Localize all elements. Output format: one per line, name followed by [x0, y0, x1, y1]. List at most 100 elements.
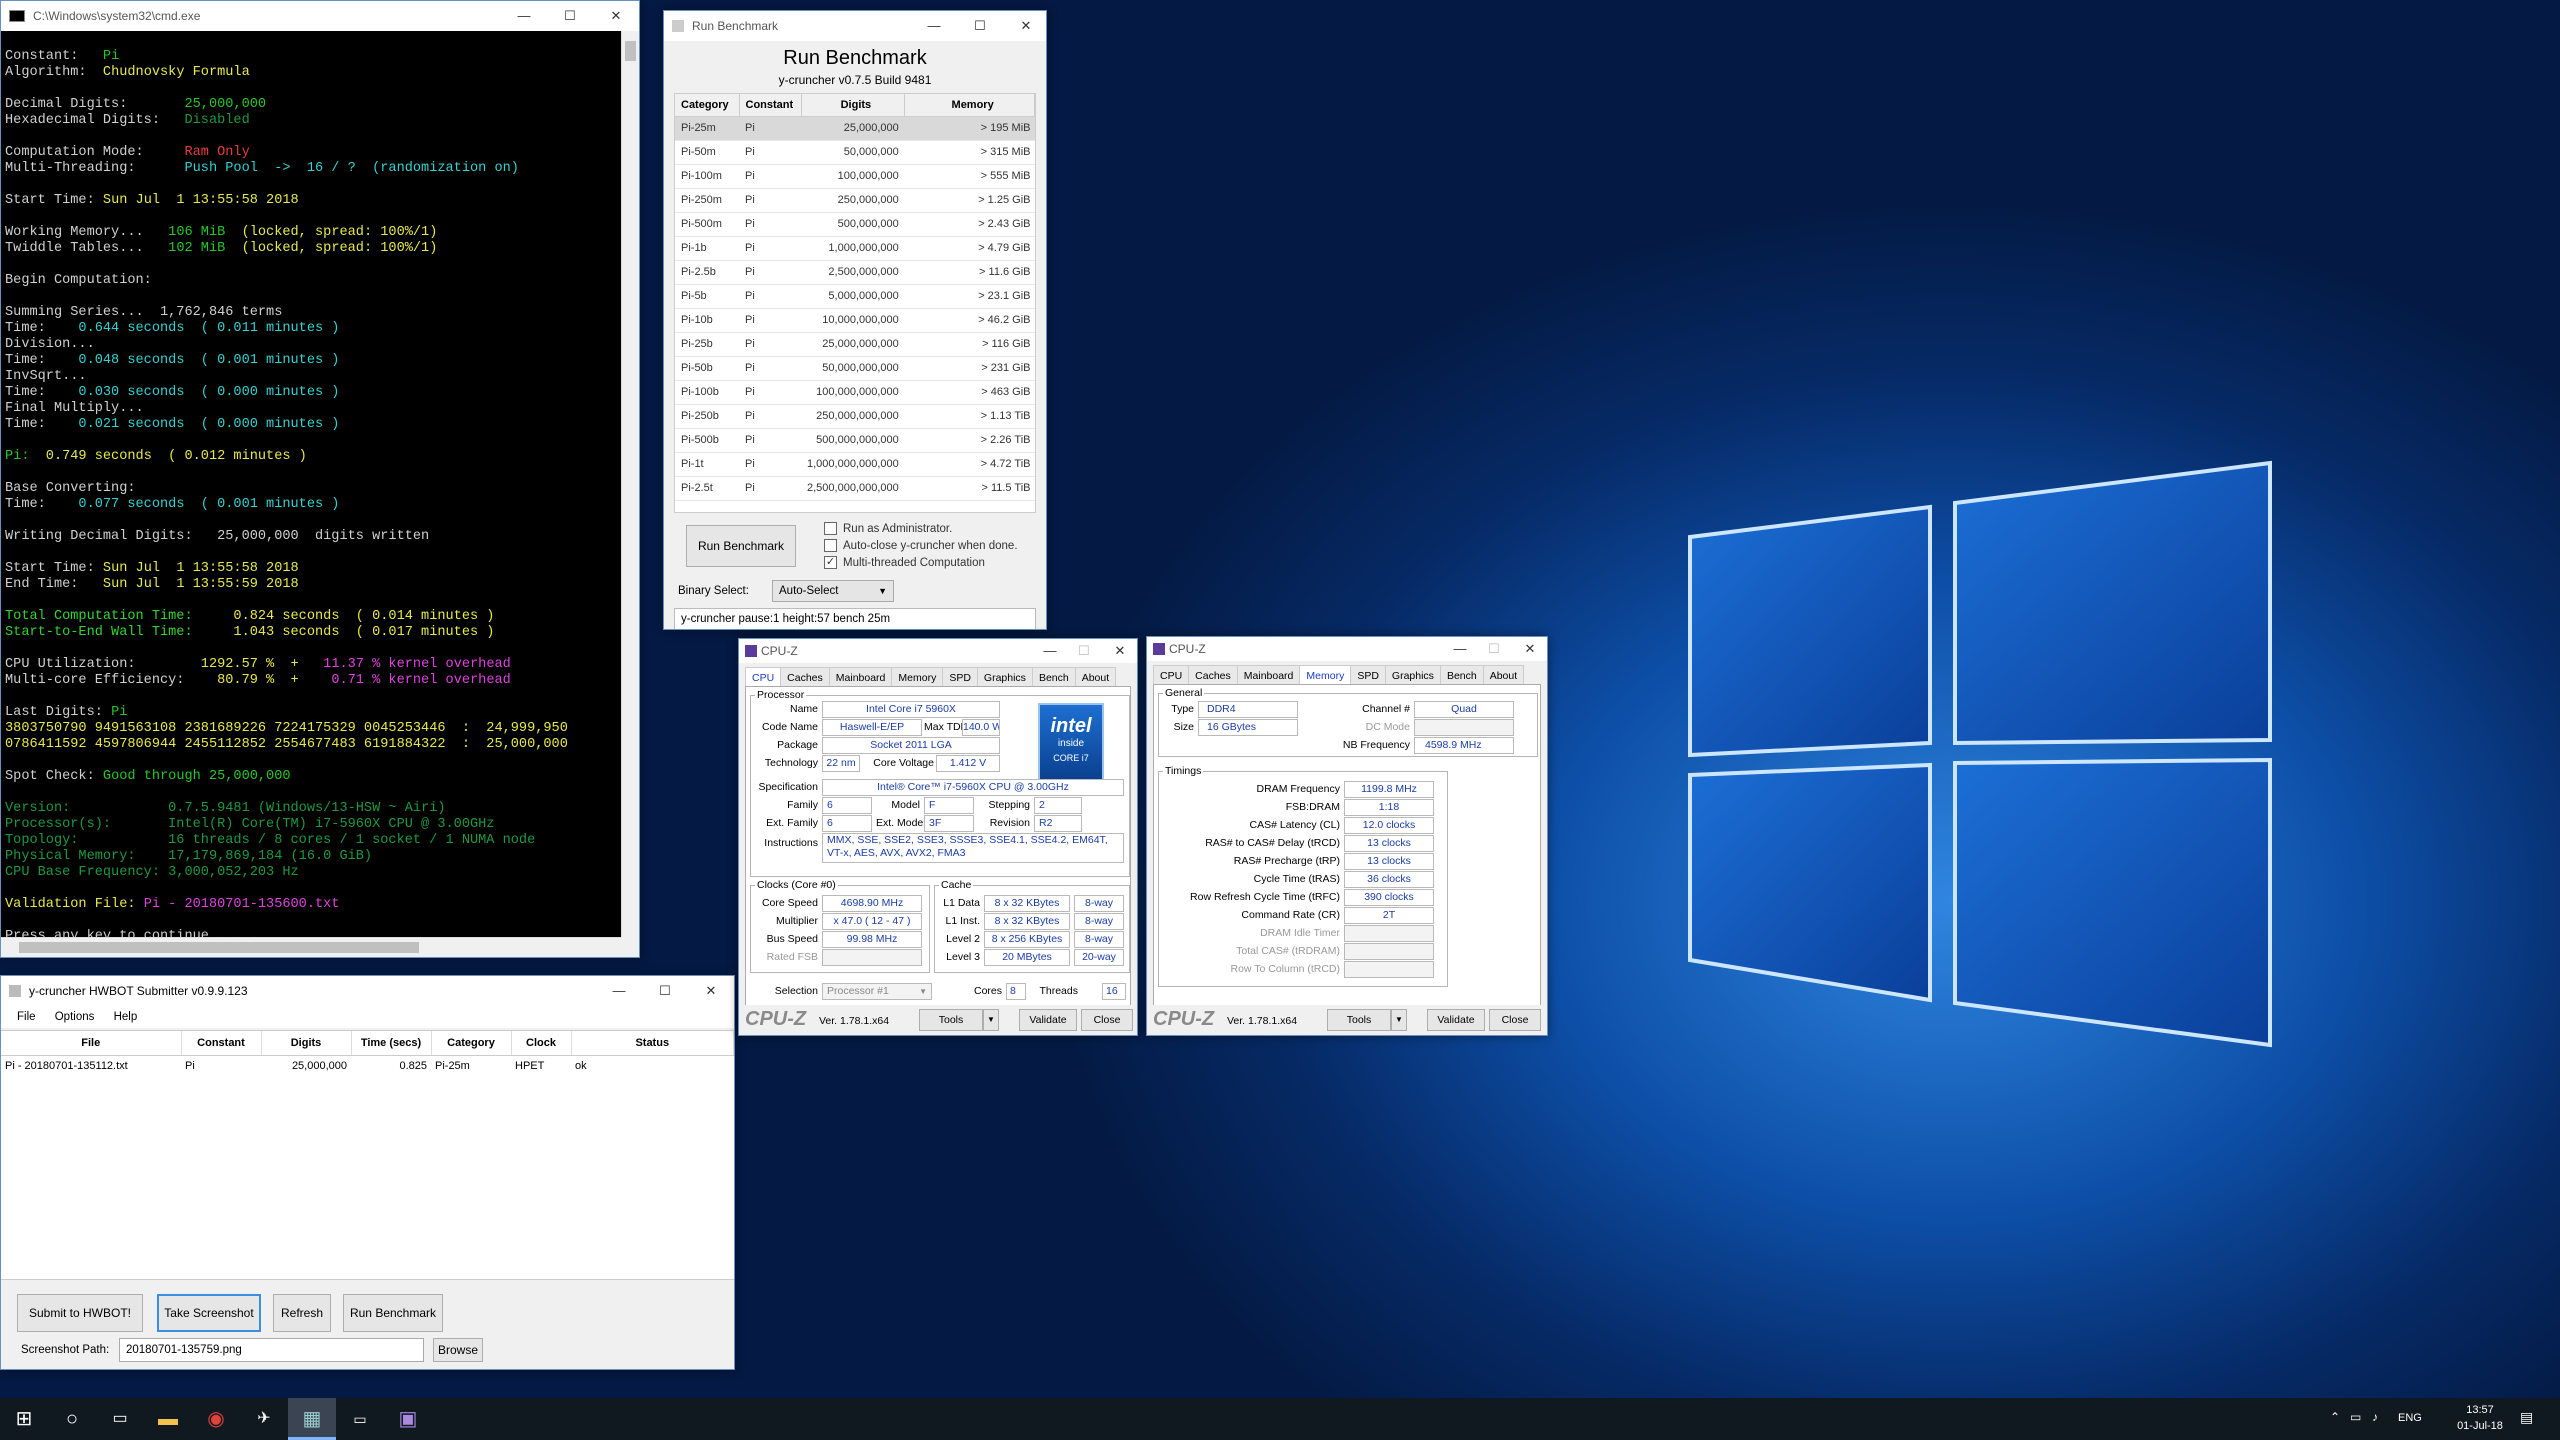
benchmark-row[interactable]: Pi-100b Pi 100,000,000,000 > 463 GiB — [675, 380, 1035, 405]
tab-mainboard[interactable]: Mainboard — [1236, 665, 1301, 684]
tab-bench[interactable]: Bench — [1031, 667, 1076, 686]
close-icon[interactable]: ✕ — [688, 976, 734, 1006]
command-line-field[interactable]: y-cruncher pause:1 height:57 bench 25m — [674, 608, 1036, 629]
benchmark-row[interactable]: Pi-2.5b Pi 2,500,000,000 > 11.6 GiB — [675, 260, 1035, 285]
submit-to-hwbot-button[interactable]: Submit to HWBOT! — [17, 1294, 143, 1332]
menu-help[interactable]: Help — [114, 1011, 138, 1023]
tab-caches[interactable]: Caches — [780, 667, 830, 686]
clock-time[interactable]: 13:57 — [2450, 1404, 2510, 1416]
tab-about[interactable]: About — [1482, 665, 1525, 684]
minimize-icon[interactable]: — — [596, 976, 642, 1006]
cortana-search-icon[interactable]: ○ — [48, 1398, 96, 1440]
horizontal-scrollbar[interactable] — [1, 937, 621, 957]
run-benchmark-button[interactable]: Run Benchmark — [686, 525, 796, 567]
benchmark-row[interactable]: Pi-100m Pi 100,000,000 > 555 MiB — [675, 164, 1035, 189]
cpuz-cpu-window[interactable]: CPU-Z — ☐ ✕ CPU Caches Mainboard Memory SPD G… — [738, 638, 1138, 1036]
take-screenshot-button[interactable]: Take Screenshot — [157, 1294, 261, 1332]
benchmark-row[interactable]: Pi-5b Pi 5,000,000,000 > 23.1 GiB — [675, 284, 1035, 309]
close-icon[interactable]: ✕ — [1513, 637, 1547, 661]
menu-file[interactable]: File — [17, 1011, 36, 1023]
network-icon[interactable]: ▭ — [2350, 1410, 2361, 1424]
refresh-button[interactable]: Refresh — [273, 1294, 331, 1332]
tab-graphics[interactable]: Graphics — [1384, 665, 1441, 684]
tab-bench[interactable]: Bench — [1439, 665, 1484, 684]
selection-dropdown[interactable]: Processor #1 ▼ — [822, 983, 932, 1000]
notification-icon[interactable]: ▤ — [2520, 1409, 2533, 1426]
cmd-titlebar[interactable]: C:\Windows\system32\cmd.exe — ☐ ✕ — [1, 1, 639, 31]
checkbox-checked[interactable]: ✓ — [824, 556, 837, 570]
validate-button[interactable]: Validate — [1427, 1009, 1485, 1031]
tab-about[interactable]: About — [1074, 667, 1117, 686]
minimize-icon[interactable]: — — [1033, 639, 1067, 663]
benchmark-row[interactable]: Pi-1b Pi 1,000,000,000 > 4.79 GiB — [675, 236, 1035, 261]
hwbot-submitter-window[interactable]: y-cruncher HWBOT Submitter v0.9.9.123 — … — [0, 975, 735, 1370]
multithreaded-option[interactable]: ✓ Multi-threaded Computation — [824, 555, 1018, 572]
close-icon[interactable]: ✕ — [1103, 639, 1137, 663]
benchmark-row[interactable]: Pi-50b Pi 50,000,000,000 > 231 GiB — [675, 356, 1035, 381]
input-language[interactable]: ENG — [2398, 1412, 2422, 1424]
run-as-admin-option[interactable]: Run as Administrator. — [824, 521, 1018, 538]
close-button[interactable]: Close — [1489, 1009, 1541, 1031]
benchmark-row[interactable]: Pi-50m Pi 50,000,000 > 315 MiB — [675, 140, 1035, 165]
column-header[interactable]: File — [1, 1031, 182, 1056]
tools-dropdown-icon[interactable]: ▼ — [1391, 1009, 1407, 1031]
column-header[interactable]: Category — [431, 1031, 512, 1056]
cmd-taskbar-icon[interactable]: ▭ — [336, 1398, 384, 1440]
column-header[interactable]: Category — [675, 94, 740, 117]
result-row[interactable]: Pi - 20180701-135112.txt Pi 25,000,000 0.82… — [1, 1055, 734, 1077]
benchmark-row[interactable]: Pi-25m Pi 25,000,000 > 195 MiB — [675, 116, 1035, 141]
results-table[interactable]: File Constant Digits Time (secs) Category Clo… — [1, 1030, 734, 1280]
column-header[interactable]: Memory — [904, 94, 1035, 117]
task-view-icon[interactable]: ▭ — [96, 1398, 144, 1440]
tray-chevron-icon[interactable]: ⌃ — [2330, 1410, 2340, 1424]
tab-mainboard[interactable]: Mainboard — [828, 667, 893, 686]
column-header[interactable]: Constant — [181, 1031, 262, 1056]
y-cruncher-icon[interactable]: ▦ — [288, 1398, 336, 1440]
benchmark-row[interactable]: Pi-250b Pi 250,000,000,000 > 1.13 TiB — [675, 404, 1035, 429]
tools-button[interactable]: Tools — [1327, 1009, 1391, 1031]
column-header[interactable]: Status — [571, 1031, 734, 1056]
validate-button[interactable]: Validate — [1019, 1009, 1077, 1031]
run-benchmark-button[interactable]: Run Benchmark — [343, 1294, 443, 1332]
column-header[interactable]: Digits — [261, 1031, 352, 1056]
minimize-icon[interactable]: — — [1443, 637, 1477, 661]
tab-caches[interactable]: Caches — [1188, 665, 1238, 684]
benchmark-row[interactable]: Pi-10b Pi 10,000,000,000 > 46.2 GiB — [675, 308, 1035, 333]
vertical-scrollbar[interactable] — [621, 31, 639, 937]
chrome-icon[interactable]: ◉ — [192, 1398, 240, 1440]
benchmark-row[interactable]: Pi-1t Pi 1,000,000,000,000 > 4.72 TiB — [675, 452, 1035, 477]
tab-spd[interactable]: SPD — [942, 667, 978, 686]
column-header[interactable]: Digits — [801, 94, 906, 117]
minimize-icon[interactable]: — — [501, 1, 547, 31]
tab-cpu[interactable]: CPU — [1153, 665, 1190, 684]
maximize-icon[interactable]: ☐ — [1067, 639, 1101, 663]
tab-cpu[interactable]: CPU — [745, 667, 782, 686]
checkbox[interactable] — [824, 522, 837, 536]
clock-date[interactable]: 01-Jul-18 — [2450, 1420, 2510, 1432]
maximize-icon[interactable]: ☐ — [547, 1, 593, 31]
cpuz-titlebar[interactable]: CPU-Z — ☐ ✕ — [1147, 637, 1547, 661]
tools-button[interactable]: Tools — [919, 1009, 983, 1031]
binary-select-dropdown[interactable]: Auto-Select ▼ — [772, 580, 894, 602]
benchmark-row[interactable]: Pi-25b Pi 25,000,000,000 > 116 GiB — [675, 332, 1035, 357]
browse-button[interactable]: Browse — [433, 1338, 483, 1362]
close-icon[interactable]: ✕ — [593, 1, 639, 31]
maximize-icon[interactable]: ☐ — [1477, 637, 1511, 661]
tab-memory[interactable]: Memory — [891, 667, 944, 686]
column-header[interactable]: Clock — [511, 1031, 572, 1056]
benchmark-row[interactable]: Pi-500b Pi 500,000,000,000 > 2.26 TiB — [675, 428, 1035, 453]
cmd-window[interactable]: C:\Windows\system32\cmd.exe — ☐ ✕ Consta… — [0, 0, 640, 958]
benchmark-row[interactable]: Pi-2.5t Pi 2,500,000,000,000 > 11.5 TiB — [675, 476, 1035, 501]
cpuz-titlebar[interactable]: CPU-Z — ☐ ✕ — [739, 639, 1137, 663]
hwbot-titlebar[interactable]: y-cruncher HWBOT Submitter v0.9.9.123 — … — [1, 976, 734, 1006]
tab-graphics[interactable]: Graphics — [976, 667, 1033, 686]
screenshot-path-field[interactable]: 20180701-135759.png — [119, 1338, 424, 1362]
maximize-icon[interactable]: ☐ — [642, 976, 688, 1006]
console-output[interactable]: Constant: Pi Algorithm: Chudnovsky Formul… — [1, 31, 621, 937]
benchmark-row[interactable]: Pi-250m Pi 250,000,000 > 1.25 GiB — [675, 188, 1035, 213]
benchmark-table[interactable]: Category Constant Digits Memory Pi-25m Pi 25,… — [674, 93, 1036, 513]
menu-options[interactable]: Options — [55, 1011, 95, 1023]
start-windows-icon[interactable]: ⊞ — [0, 1398, 48, 1440]
column-header[interactable]: Time (secs) — [351, 1031, 432, 1056]
close-icon[interactable]: ✕ — [1006, 11, 1046, 41]
